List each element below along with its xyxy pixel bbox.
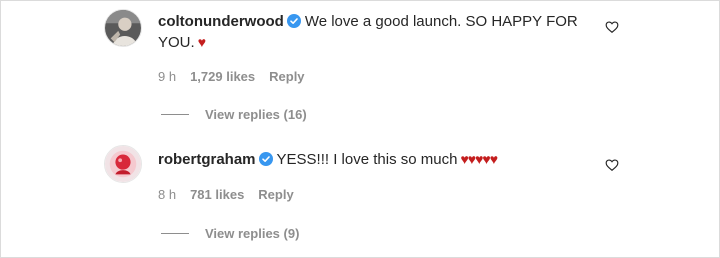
comment-time: 8 h <box>158 187 177 202</box>
reply-button[interactable]: Reply <box>258 187 293 202</box>
comment-likes[interactable]: 1,729 likes <box>190 69 255 84</box>
heart-emoji: ♥♥♥♥♥ <box>460 151 498 167</box>
comment-meta: 8 h 781 likes Reply <box>158 187 294 202</box>
view-replies-button[interactable]: View replies (9) <box>161 226 299 241</box>
comment-likes[interactable]: 781 likes <box>190 187 244 202</box>
view-replies-label: View replies (9) <box>205 226 300 241</box>
heart-emoji: ♥ <box>197 34 206 50</box>
heart-outline-icon <box>605 159 619 171</box>
comment-body: robertgraham YESS!!! I love this so much ♥… <box>158 149 588 170</box>
avatar[interactable] <box>104 9 142 47</box>
view-replies-button[interactable]: View replies (16) <box>161 107 307 122</box>
view-replies-label: View replies (16) <box>205 107 307 122</box>
reply-button[interactable]: Reply <box>269 69 304 84</box>
heart-outline-icon <box>605 21 619 33</box>
verified-badge-icon <box>286 14 301 28</box>
like-comment-button[interactable] <box>605 20 619 34</box>
replies-divider <box>161 233 189 234</box>
replies-divider <box>161 114 189 115</box>
comment-time: 9 h <box>158 69 177 84</box>
verified-badge-icon <box>258 152 273 166</box>
comment-body: coltonunderwood We love a good launch. SO… <box>158 11 588 53</box>
comment-username[interactable]: robertgraham <box>158 151 256 168</box>
comment-username[interactable]: coltonunderwood <box>158 13 284 30</box>
avatar[interactable] <box>104 145 142 183</box>
comment-text: YESS!!! I love this so much <box>276 151 458 168</box>
profile-photo-icon <box>105 10 141 46</box>
profile-photo-icon <box>105 146 141 182</box>
comment-meta: 9 h 1,729 likes Reply <box>158 69 305 84</box>
like-comment-button[interactable] <box>605 158 619 172</box>
comment-text-continued: YOU. <box>158 34 195 51</box>
comment-text: We love a good launch. SO HAPPY FOR <box>304 13 578 30</box>
